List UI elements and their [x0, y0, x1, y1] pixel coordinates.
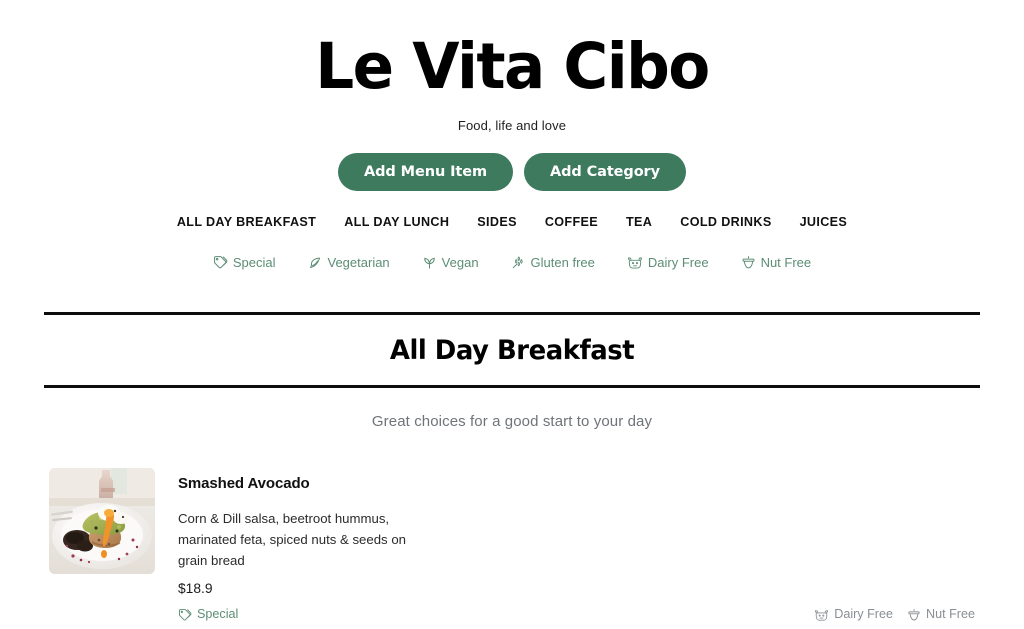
- acorn-icon: [741, 255, 756, 270]
- nav-coffee[interactable]: COFFEE: [531, 215, 612, 229]
- item-tag-label: Special: [197, 607, 239, 622]
- item-tag-label: Dairy Free: [834, 607, 893, 622]
- add-category-button[interactable]: Add Category: [524, 152, 686, 191]
- menu-item[interactable]: Smashed Avocado Corn & Dill salsa, beetr…: [49, 467, 975, 622]
- menu-item-description: Corn & Dill salsa, beetroot hummus, mari…: [178, 510, 406, 569]
- site-tagline: Food, life and love: [457, 117, 567, 133]
- legend-label: Nut Free: [760, 254, 812, 270]
- legend-label: Vegan: [441, 254, 479, 270]
- legend-item-special[interactable]: Special: [197, 255, 292, 270]
- legend-item-dairy-free[interactable]: Dairy Free: [611, 255, 725, 270]
- legend-item-vegan[interactable]: Vegan: [406, 255, 495, 270]
- item-tag-label: Nut Free: [926, 607, 975, 622]
- item-tag-nut-free[interactable]: Nut Free: [907, 608, 975, 622]
- category-nav: ALL DAY BREAKFAST ALL DAY LUNCH SIDES CO…: [0, 215, 1024, 229]
- nav-all-day-breakfast[interactable]: ALL DAY BREAKFAST: [163, 215, 330, 229]
- add-menu-item-button[interactable]: Add Menu Item: [338, 152, 513, 191]
- menu-item-thumbnail[interactable]: [49, 467, 155, 574]
- legend-label: Special: [232, 254, 276, 270]
- legend-label: Vegetarian: [327, 254, 390, 270]
- legend-label: Gluten free: [530, 254, 595, 270]
- site-header: Le Vita Cibo Food, life and love: [0, 0, 1024, 133]
- nav-sides[interactable]: SIDES: [463, 215, 531, 229]
- section-rule-bottom: [44, 384, 980, 388]
- menu-page: Le Vita Cibo Food, life and love Add Men…: [0, 0, 1024, 629]
- menu-item-tags-right: Dairy Free Nut Free: [814, 608, 975, 622]
- tag-icon: [178, 608, 192, 622]
- nav-tea[interactable]: TEA: [612, 215, 666, 229]
- section-subtitle: Great choices for a good start to your d…: [371, 412, 653, 430]
- dietary-legend: Special Vegetarian Vegan Gluten free Dai…: [0, 255, 1024, 270]
- leaf-icon: [308, 255, 323, 270]
- cow-icon: [814, 608, 829, 622]
- menu-list: Smashed Avocado Corn & Dill salsa, beetr…: [0, 467, 1024, 622]
- item-tag-special[interactable]: Special: [178, 608, 238, 622]
- legend-item-vegetarian[interactable]: Vegetarian: [292, 255, 406, 270]
- menu-item-body: Smashed Avocado Corn & Dill salsa, beetr…: [178, 468, 975, 622]
- nav-cold-drinks[interactable]: COLD DRINKS: [666, 215, 785, 229]
- legend-item-gluten-free[interactable]: Gluten free: [495, 255, 611, 270]
- acorn-icon: [907, 608, 921, 622]
- legend-item-nut-free[interactable]: Nut Free: [725, 255, 828, 270]
- menu-item-name: Smashed Avocado: [178, 474, 310, 492]
- menu-section-all-day-breakfast: All Day Breakfast Great choices for a go…: [0, 311, 1024, 622]
- tag-icon: [213, 255, 228, 270]
- item-tag-dairy-free[interactable]: Dairy Free: [814, 608, 893, 622]
- action-bar: Add Menu Item Add Category: [0, 152, 1024, 191]
- section-title: All Day Breakfast: [389, 334, 635, 366]
- nav-juices[interactable]: JUICES: [786, 215, 862, 229]
- cow-icon: [627, 255, 643, 270]
- nav-all-day-lunch[interactable]: ALL DAY LUNCH: [330, 215, 463, 229]
- wheat-icon: [511, 255, 526, 270]
- page-title: Le Vita Cibo: [315, 30, 710, 103]
- sprout-icon: [422, 255, 437, 270]
- legend-label: Dairy Free: [647, 254, 709, 270]
- menu-item-price: $18.9: [178, 580, 213, 596]
